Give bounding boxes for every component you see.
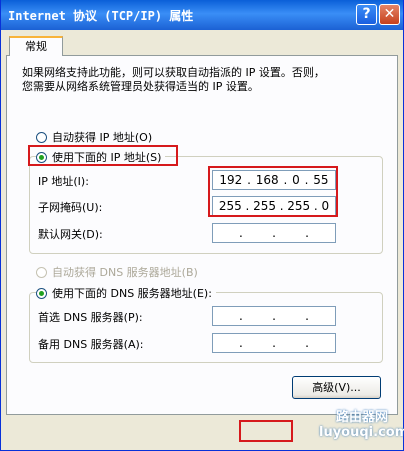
subnet-mask-label: 子网掩码(U): xyxy=(38,201,103,214)
advanced-button[interactable]: 高级(V)... xyxy=(292,376,381,399)
radio-auto-dns-label: 自动获得 DNS 服务器地址(B) xyxy=(52,266,198,279)
preferred-dns-label: 首选 DNS 服务器(P): xyxy=(38,311,143,324)
help-button[interactable]: ? xyxy=(356,4,377,25)
radio-auto-ip-label: 自动获得 IP 地址(O) xyxy=(52,131,153,144)
help-icon: ? xyxy=(362,6,371,22)
window-title: Internet 协议 (TCP/IP) 属性 xyxy=(8,9,194,23)
highlight-ip-fields xyxy=(208,166,338,217)
watermark-line2: luyouqi.com xyxy=(319,425,404,440)
radio-manual-dns[interactable]: 使用下面的 DNS 服务器地址(E): xyxy=(36,285,216,301)
preferred-dns-input[interactable]: . . . xyxy=(212,306,336,326)
close-button[interactable]: ✕ xyxy=(379,4,400,25)
default-gateway-input[interactable]: . . . xyxy=(212,223,336,243)
title-bar[interactable]: Internet 协议 (TCP/IP) 属性 ? ✕ xyxy=(1,0,403,30)
tcpip-properties-dialog: Internet 协议 (TCP/IP) 属性 ? ✕ 常规 如果网络支持此功能… xyxy=(0,0,404,451)
ip-address-label: IP 地址(I): xyxy=(38,175,89,188)
radio-auto-ip[interactable]: 自动获得 IP 地址(O) xyxy=(36,129,152,145)
highlight-manual-ip xyxy=(28,145,178,166)
watermark-line1: 路由器网 xyxy=(335,410,388,425)
alternate-dns-input[interactable]: . . . xyxy=(212,333,336,353)
radio-auto-ip-indicator[interactable] xyxy=(36,131,47,143)
close-icon: ✕ xyxy=(383,6,396,22)
highlight-ok-button xyxy=(239,420,293,442)
watermark-logo: 路由器网 luyouqi.com xyxy=(319,406,404,451)
radio-auto-dns-indicator[interactable] xyxy=(36,266,47,278)
tab-general[interactable]: 常规 xyxy=(9,36,63,56)
alternate-dns-label: 备用 DNS 服务器(A): xyxy=(38,338,144,351)
radio-manual-dns-indicator[interactable] xyxy=(36,287,47,299)
default-gateway-label: 默认网关(D): xyxy=(38,228,103,241)
radio-manual-dns-label: 使用下面的 DNS 服务器地址(E): xyxy=(52,287,212,300)
radio-auto-dns[interactable]: 自动获得 DNS 服务器地址(B) xyxy=(36,264,198,280)
intro-text: 如果网络支持此功能，则可以获取自动指派的 IP 设置。否则， 您需要从网络系统管… xyxy=(22,66,325,93)
